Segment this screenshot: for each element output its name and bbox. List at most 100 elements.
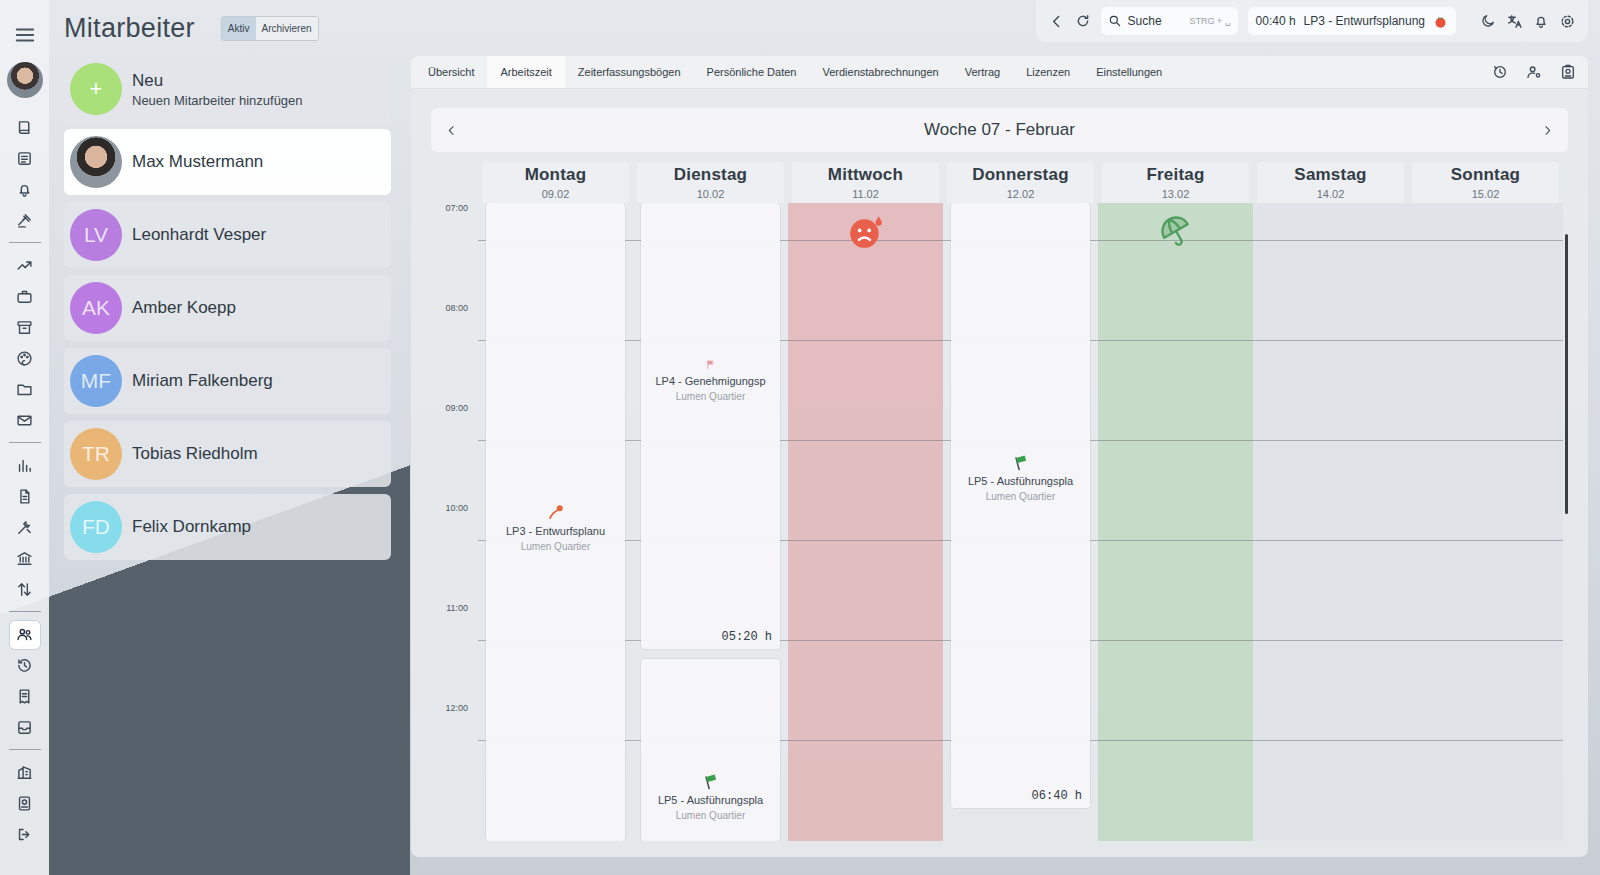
day-body[interactable]: LP5 - AusführungsplaLumen Quartier06:40 … (943, 203, 1098, 841)
tab-label[interactable]: Einstellungen (1096, 66, 1162, 78)
employee-card[interactable]: FDFelix Dornkamp (64, 494, 391, 560)
rail-item[interactable] (10, 114, 40, 142)
history-icon[interactable] (1492, 64, 1508, 80)
day-body[interactable]: LP4 - GenehmigungspLumen Quartier05:20 h… (633, 203, 788, 841)
running-timer[interactable]: 00:40 hLP3 - Entwurfsplanung (1248, 7, 1456, 35)
time-entry[interactable]: LP4 - GenehmigungspLumen Quartier05:20 h (641, 203, 780, 649)
tab-label[interactable]: Arbeitszeit (500, 66, 551, 78)
refresh-icon[interactable] (1075, 13, 1091, 29)
filter-label[interactable]: Archivieren (262, 23, 312, 34)
back-arrow-icon[interactable] (1048, 13, 1065, 30)
day-body[interactable] (1408, 203, 1563, 841)
day-header[interactable]: Sonntag15.02 (1412, 162, 1559, 203)
trend-icon[interactable] (16, 257, 33, 274)
tab[interactable]: Lizenzen (1013, 56, 1083, 88)
rail-item[interactable] (10, 283, 40, 311)
building-icon[interactable] (16, 764, 33, 781)
rail-item[interactable] (10, 545, 40, 573)
search-box[interactable]: STRG + ␣ (1101, 7, 1238, 35)
day-header[interactable]: Freitag13.02 (1102, 162, 1249, 203)
rail-item[interactable] (10, 576, 40, 604)
search-input[interactable] (1128, 14, 1184, 28)
filter-option[interactable]: Archivieren (256, 17, 318, 40)
bar-icon[interactable] (16, 457, 33, 474)
tab-label[interactable]: Verdienstabrechnungen (822, 66, 938, 78)
day-header[interactable]: Mittwoch11.02 (792, 162, 939, 203)
day-body[interactable] (1253, 203, 1408, 841)
day-header[interactable]: Dienstag10.02 (637, 162, 784, 203)
tab-label[interactable]: Lizenzen (1026, 66, 1070, 78)
tab-label[interactable]: Vertrag (965, 66, 1000, 78)
plus-icon[interactable]: + (70, 63, 122, 115)
filter-option[interactable]: Aktiv (222, 17, 256, 40)
inbox-icon[interactable] (16, 719, 33, 736)
day-header[interactable]: Montag09.02 (482, 162, 629, 203)
gavel-icon[interactable] (16, 212, 33, 229)
tab[interactable]: Verdienstabrechnungen (809, 56, 951, 88)
employee-card[interactable]: TRTobias Riedholm (64, 421, 391, 487)
bell-icon[interactable] (16, 181, 33, 198)
user-settings-icon[interactable] (1526, 64, 1542, 80)
receipt-icon[interactable] (16, 688, 33, 705)
menu-icon[interactable] (14, 24, 36, 46)
previous-week-button[interactable] (431, 124, 472, 137)
day-body[interactable] (1098, 203, 1253, 841)
doc-icon[interactable] (16, 488, 33, 505)
tab[interactable]: Zeiterfassungsbögen (565, 56, 694, 88)
day-body[interactable]: LP3 - EntwurfsplanuLumen Quartier (478, 203, 633, 841)
translate-icon[interactable] (1506, 13, 1523, 30)
badge-icon[interactable] (16, 795, 33, 812)
time-entry[interactable]: LP5 - AusführungsplaLumen Quartier06:40 … (951, 203, 1090, 808)
day-body[interactable] (788, 203, 943, 841)
rail-item[interactable] (10, 207, 40, 235)
tab[interactable]: Arbeitszeit (487, 56, 564, 88)
tab[interactable]: Einstellungen (1083, 56, 1175, 88)
archive-icon[interactable] (16, 319, 33, 336)
time-entry[interactable]: LP3 - EntwurfsplanuLumen Quartier (486, 203, 625, 841)
rail-item[interactable] (10, 759, 40, 787)
employee-card[interactable]: LVLeonhardt Vesper (64, 202, 391, 268)
moon-icon[interactable] (1480, 13, 1496, 29)
rail-item[interactable] (10, 452, 40, 480)
palette-icon[interactable] (16, 350, 33, 367)
rail-item[interactable] (10, 790, 40, 818)
day-header[interactable]: Samstag14.02 (1257, 162, 1404, 203)
employee-card[interactable]: MFMiriam Falkenberg (64, 348, 391, 414)
tab-label[interactable]: Persönliche Daten (707, 66, 797, 78)
rail-item[interactable] (10, 683, 40, 711)
rail-item[interactable] (10, 145, 40, 173)
tab[interactable]: Übersicht (415, 56, 487, 88)
id-card-icon[interactable] (1560, 64, 1576, 80)
filter-label[interactable]: Aktiv (228, 23, 250, 34)
time-entry[interactable]: LP5 - AusführungsplaLumen Quartier (641, 659, 780, 841)
swap-icon[interactable] (16, 581, 33, 598)
mail-icon[interactable] (16, 412, 33, 429)
chevron-right-icon[interactable] (1541, 124, 1554, 137)
history-icon[interactable] (16, 657, 33, 674)
rail-item[interactable] (10, 376, 40, 404)
employee-card[interactable]: Max Mustermann (64, 129, 391, 195)
day-header[interactable]: Donnerstag12.02 (947, 162, 1094, 203)
user-avatar[interactable] (7, 62, 43, 98)
rail-item[interactable] (10, 176, 40, 204)
tomato-timer-icon[interactable] (1433, 14, 1448, 29)
tab-label[interactable]: Zeiterfassungsbögen (578, 66, 681, 78)
rail-item[interactable] (10, 514, 40, 542)
rail-item[interactable] (10, 621, 40, 649)
rail-item[interactable] (10, 714, 40, 742)
tab[interactable]: Vertrag (952, 56, 1013, 88)
logout-icon[interactable] (16, 826, 33, 843)
tab[interactable]: Persönliche Daten (694, 56, 810, 88)
rail-item[interactable] (10, 483, 40, 511)
rail-item[interactable] (10, 252, 40, 280)
tools-icon[interactable] (16, 519, 33, 536)
gear-icon[interactable] (1559, 13, 1576, 30)
rail-item[interactable] (10, 407, 40, 435)
menu-button[interactable] (14, 20, 36, 50)
new-employee-card[interactable]: +NeuNeuen Mitarbeiter hinzufügen (64, 56, 391, 122)
rail-item[interactable] (10, 345, 40, 373)
bell-icon[interactable] (1533, 13, 1549, 29)
people-icon[interactable] (16, 626, 33, 643)
next-week-button[interactable] (1527, 124, 1568, 137)
book-icon[interactable] (16, 119, 33, 136)
